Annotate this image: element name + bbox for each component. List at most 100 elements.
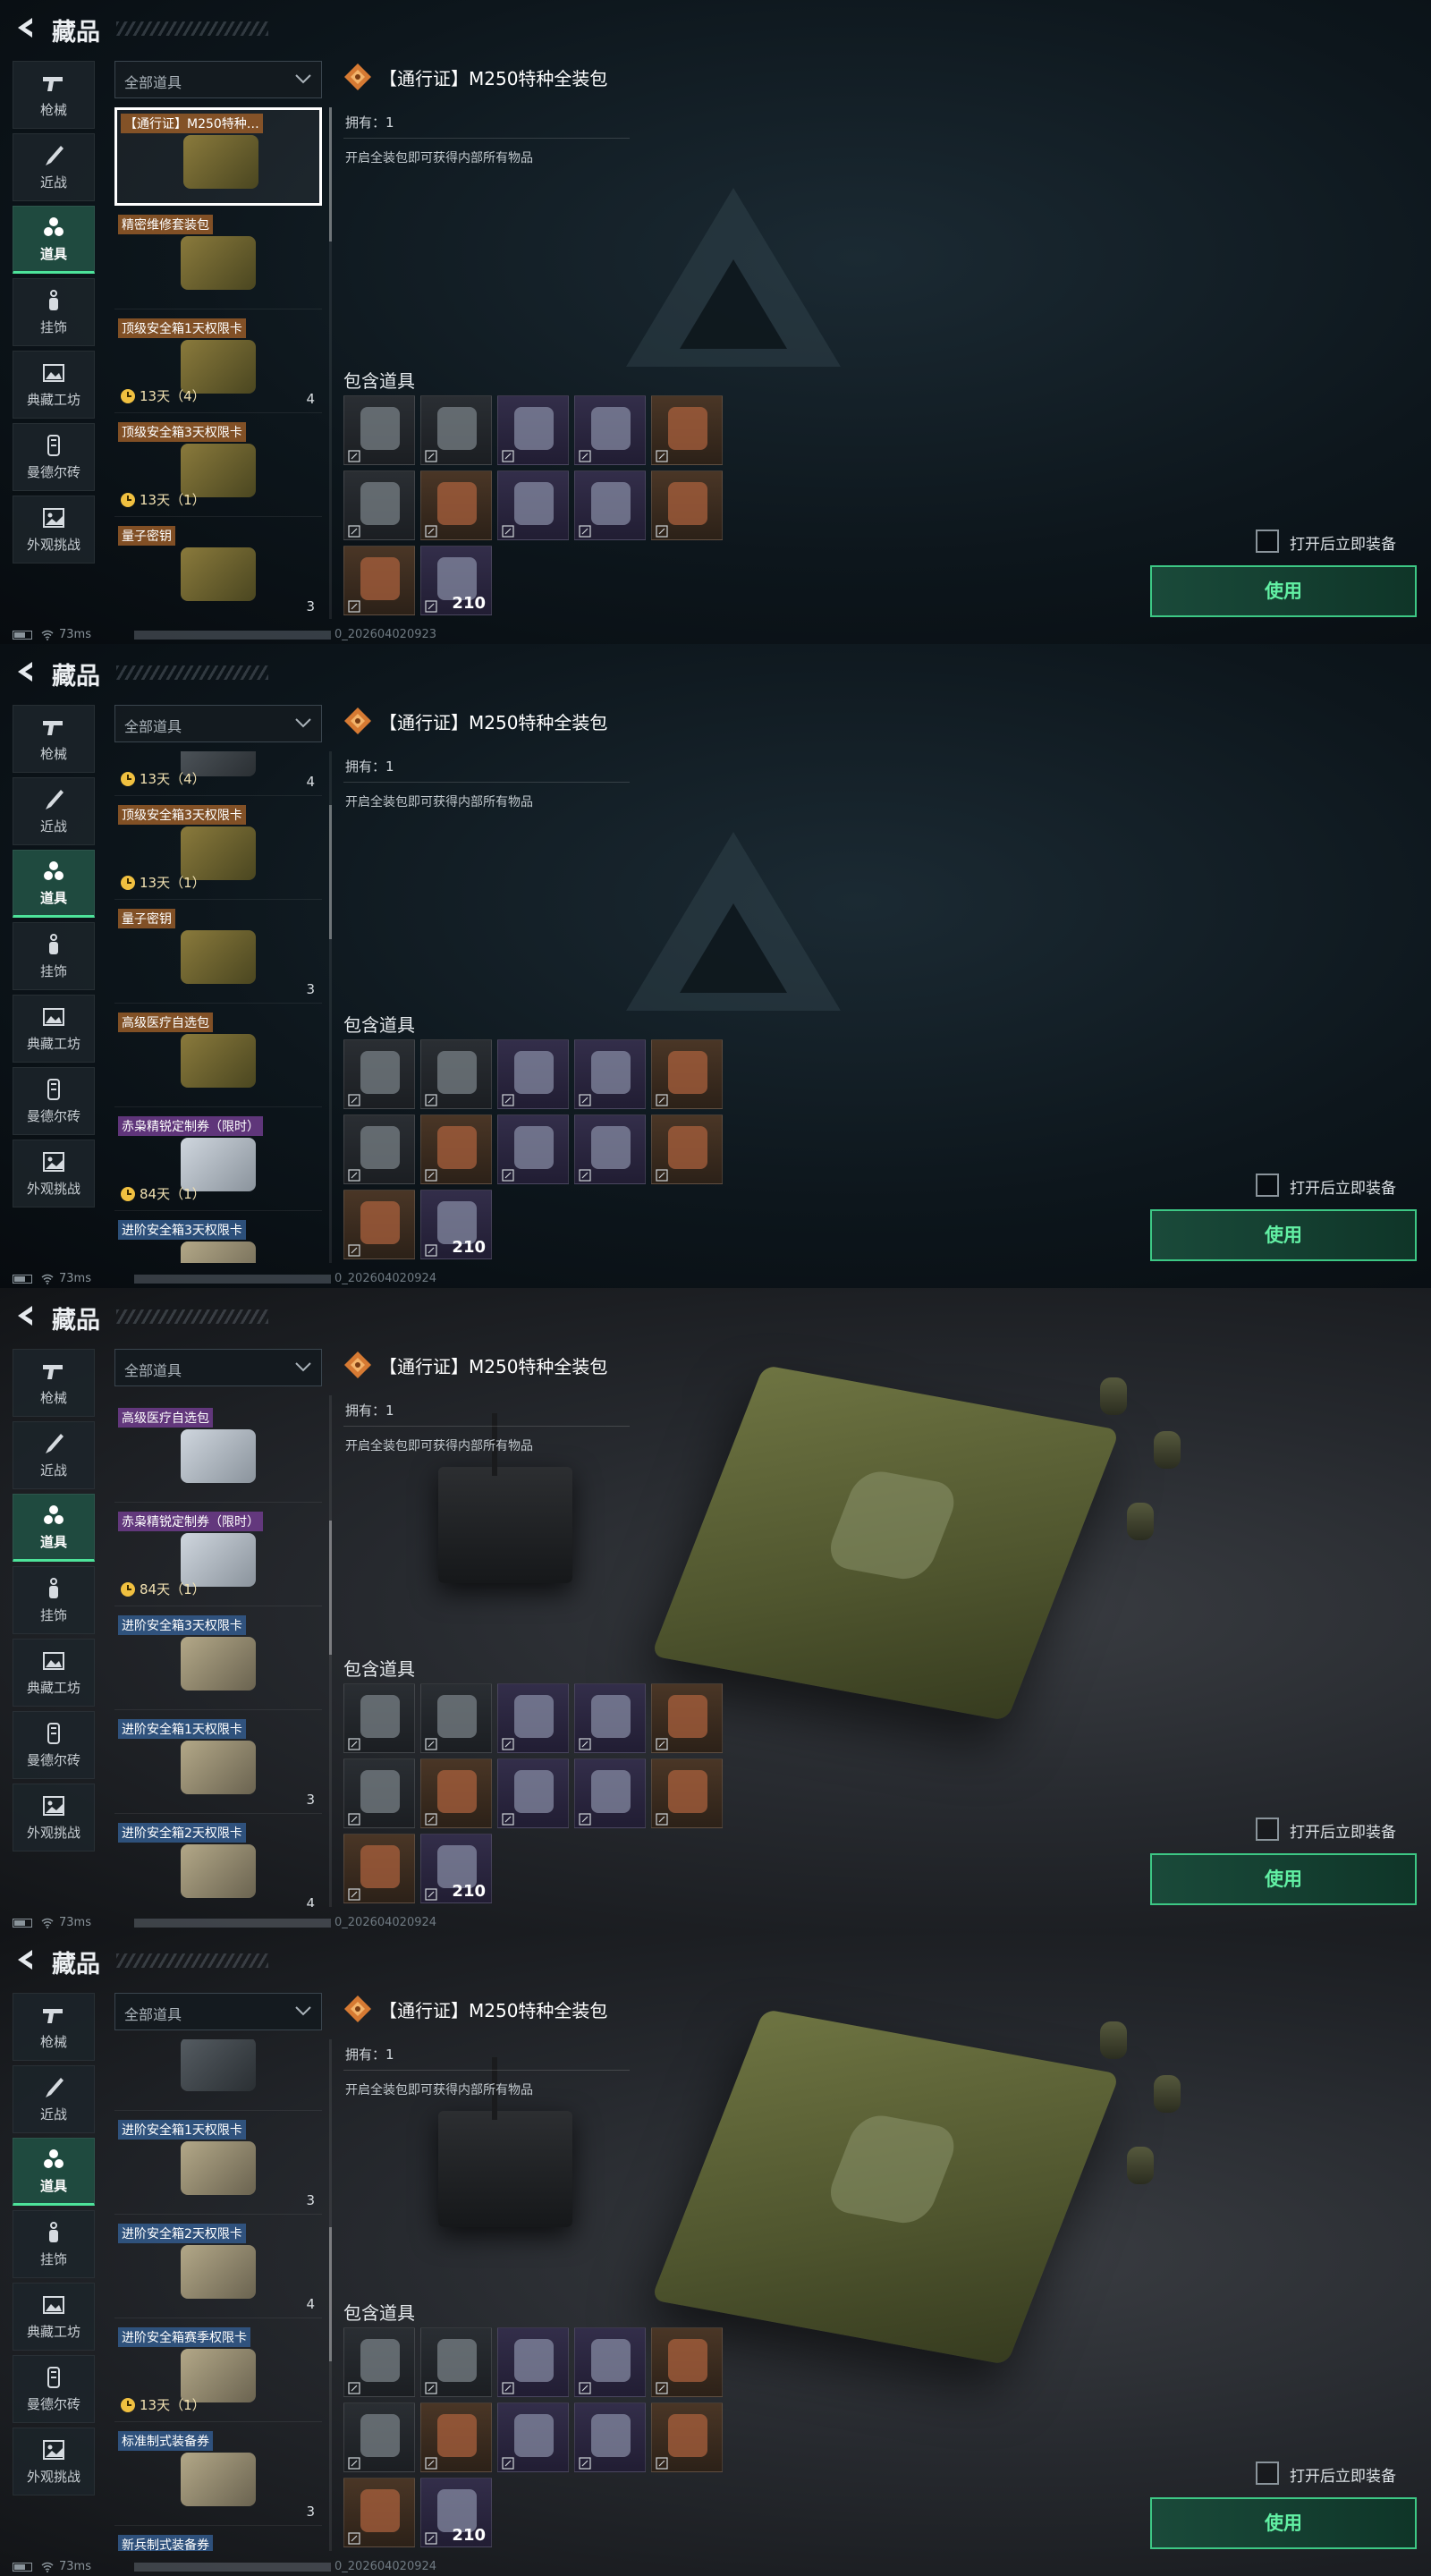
category-tab-5[interactable]: 曼德尔砖: [13, 1711, 95, 1779]
list-item[interactable]: 进阶安全箱2天权限卡 4: [114, 2220, 322, 2318]
contents-item-plate[interactable]: [574, 1114, 646, 1184]
list-item[interactable]: 精密维修套装包: [114, 211, 322, 309]
contents-item-plate[interactable]: [574, 470, 646, 540]
list-item[interactable]: 顶级安全箱1天权限卡 13天（4） 4: [114, 315, 322, 413]
category-tab-0[interactable]: 枪械: [13, 1993, 95, 2061]
list-scrollbar[interactable]: [329, 751, 332, 1263]
contents-item-rifle[interactable]: [343, 2327, 415, 2397]
scroll-thumb[interactable]: [329, 107, 332, 242]
category-tab-4[interactable]: 典藏工坊: [13, 1639, 95, 1707]
contents-item-plate[interactable]: [574, 1758, 646, 1828]
category-tab-3[interactable]: 挂饰: [13, 278, 95, 346]
contents-item-syringe[interactable]: [497, 2402, 569, 2472]
equip-checkbox[interactable]: [1256, 1174, 1279, 1197]
contents-item-headset[interactable]: [343, 470, 415, 540]
scroll-thumb[interactable]: [329, 805, 332, 939]
contents-item-backpack[interactable]: [651, 2327, 723, 2397]
list-item[interactable]: [114, 2039, 322, 2111]
contents-item-armor-vest[interactable]: [420, 395, 492, 465]
list-item[interactable]: 赤枭精锐定制券（限时） 84天（1）: [114, 1113, 322, 1211]
contents-item-rifle[interactable]: [343, 1039, 415, 1109]
contents-item-helmet[interactable]: [574, 2327, 646, 2397]
contents-item-battery[interactable]: [651, 1114, 723, 1184]
contents-item-chest-rig[interactable]: [497, 2327, 569, 2397]
contents-item-rifle[interactable]: [343, 1683, 415, 1753]
contents-item-backpack[interactable]: [651, 1039, 723, 1109]
list-item[interactable]: 高级医疗自选包: [114, 1009, 322, 1107]
equip-checkbox[interactable]: [1256, 530, 1279, 553]
list-item[interactable]: 【通行证】M250特种…: [114, 107, 322, 206]
contents-item-backpack[interactable]: [651, 395, 723, 465]
scroll-thumb[interactable]: [329, 1521, 332, 1655]
category-tab-2[interactable]: 道具: [13, 2138, 95, 2206]
category-tab-5[interactable]: 曼德尔砖: [13, 423, 95, 491]
back-button[interactable]: [13, 1946, 39, 1973]
contents-item-chest-rig[interactable]: [497, 1039, 569, 1109]
category-tab-1[interactable]: 近战: [13, 133, 95, 201]
category-tab-2[interactable]: 道具: [13, 206, 95, 274]
category-tab-2[interactable]: 道具: [13, 1494, 95, 1562]
use-button[interactable]: 使用: [1150, 1853, 1417, 1905]
category-tab-0[interactable]: 枪械: [13, 1349, 95, 1417]
list-item[interactable]: 顶级安全箱3天权限卡 13天（1）: [114, 801, 322, 900]
category-tab-1[interactable]: 近战: [13, 777, 95, 845]
contents-item-battery[interactable]: [651, 1758, 723, 1828]
contents-item-headset[interactable]: [343, 1758, 415, 1828]
category-tab-6[interactable]: 外观挑战: [13, 1140, 95, 1208]
category-tab-6[interactable]: 外观挑战: [13, 496, 95, 564]
contents-item-battery[interactable]: [651, 470, 723, 540]
category-tab-1[interactable]: 近战: [13, 2065, 95, 2133]
contents-item-syringe[interactable]: [497, 1758, 569, 1828]
contents-item-headset[interactable]: [343, 1114, 415, 1184]
list-item[interactable]: 新兵制式装备券: [114, 2531, 322, 2551]
back-button[interactable]: [13, 658, 39, 685]
list-item[interactable]: 进阶安全箱1天权限卡 3: [114, 2116, 322, 2215]
contents-item-headset[interactable]: [343, 2402, 415, 2472]
contents-item-chest-rig[interactable]: [497, 1683, 569, 1753]
list-item[interactable]: 13天（4） 4: [114, 751, 322, 796]
category-tab-4[interactable]: 典藏工坊: [13, 995, 95, 1063]
contents-item-plate[interactable]: [574, 2402, 646, 2472]
contents-item-syringe[interactable]: [497, 470, 569, 540]
filter-dropdown[interactable]: 全部道具: [114, 705, 322, 742]
category-tab-0[interactable]: 枪械: [13, 705, 95, 773]
category-tab-2[interactable]: 道具: [13, 850, 95, 918]
category-tab-5[interactable]: 曼德尔砖: [13, 2355, 95, 2423]
back-button[interactable]: [13, 14, 39, 41]
use-button[interactable]: 使用: [1150, 565, 1417, 617]
filter-dropdown[interactable]: 全部道具: [114, 1993, 322, 2030]
contents-item-ammo[interactable]: 210: [420, 1834, 492, 1903]
contents-item-ammo-box[interactable]: [343, 2478, 415, 2547]
list-item[interactable]: 量子密钥 3: [114, 522, 322, 619]
list-item[interactable]: 量子密钥 3: [114, 905, 322, 1004]
list-scrollbar[interactable]: [329, 1395, 332, 1907]
list-item[interactable]: 赤枭精锐定制券（限时） 84天（1）: [114, 1508, 322, 1606]
list-item[interactable]: 进阶安全箱赛季权限卡 13天（1）: [114, 2324, 322, 2422]
use-button[interactable]: 使用: [1150, 2497, 1417, 2549]
contents-item-medkit[interactable]: [420, 1758, 492, 1828]
contents-item-ammo-box[interactable]: [343, 1834, 415, 1903]
list-item[interactable]: 进阶安全箱3天权限卡: [114, 1216, 322, 1263]
contents-item-ammo-box[interactable]: [343, 1190, 415, 1259]
contents-item-rifle[interactable]: [343, 395, 415, 465]
contents-item-armor-vest[interactable]: [420, 2327, 492, 2397]
contents-item-battery[interactable]: [651, 2402, 723, 2472]
contents-item-ammo[interactable]: 210: [420, 546, 492, 615]
contents-item-syringe[interactable]: [497, 1114, 569, 1184]
filter-dropdown[interactable]: 全部道具: [114, 61, 322, 98]
contents-item-helmet[interactable]: [574, 1039, 646, 1109]
filter-dropdown[interactable]: 全部道具: [114, 1349, 322, 1386]
list-item[interactable]: 标准制式装备券 3: [114, 2428, 322, 2526]
equip-checkbox[interactable]: [1256, 1818, 1279, 1841]
list-item[interactable]: 进阶安全箱3天权限卡: [114, 1612, 322, 1710]
category-tab-1[interactable]: 近战: [13, 1421, 95, 1489]
category-tab-6[interactable]: 外观挑战: [13, 1784, 95, 1852]
contents-item-ammo-box[interactable]: [343, 546, 415, 615]
category-tab-3[interactable]: 挂饰: [13, 2210, 95, 2278]
contents-item-ammo[interactable]: 210: [420, 2478, 492, 2547]
contents-item-armor-vest[interactable]: [420, 1683, 492, 1753]
use-button[interactable]: 使用: [1150, 1209, 1417, 1261]
contents-item-medkit[interactable]: [420, 470, 492, 540]
contents-item-medkit[interactable]: [420, 2402, 492, 2472]
category-tab-6[interactable]: 外观挑战: [13, 2428, 95, 2496]
